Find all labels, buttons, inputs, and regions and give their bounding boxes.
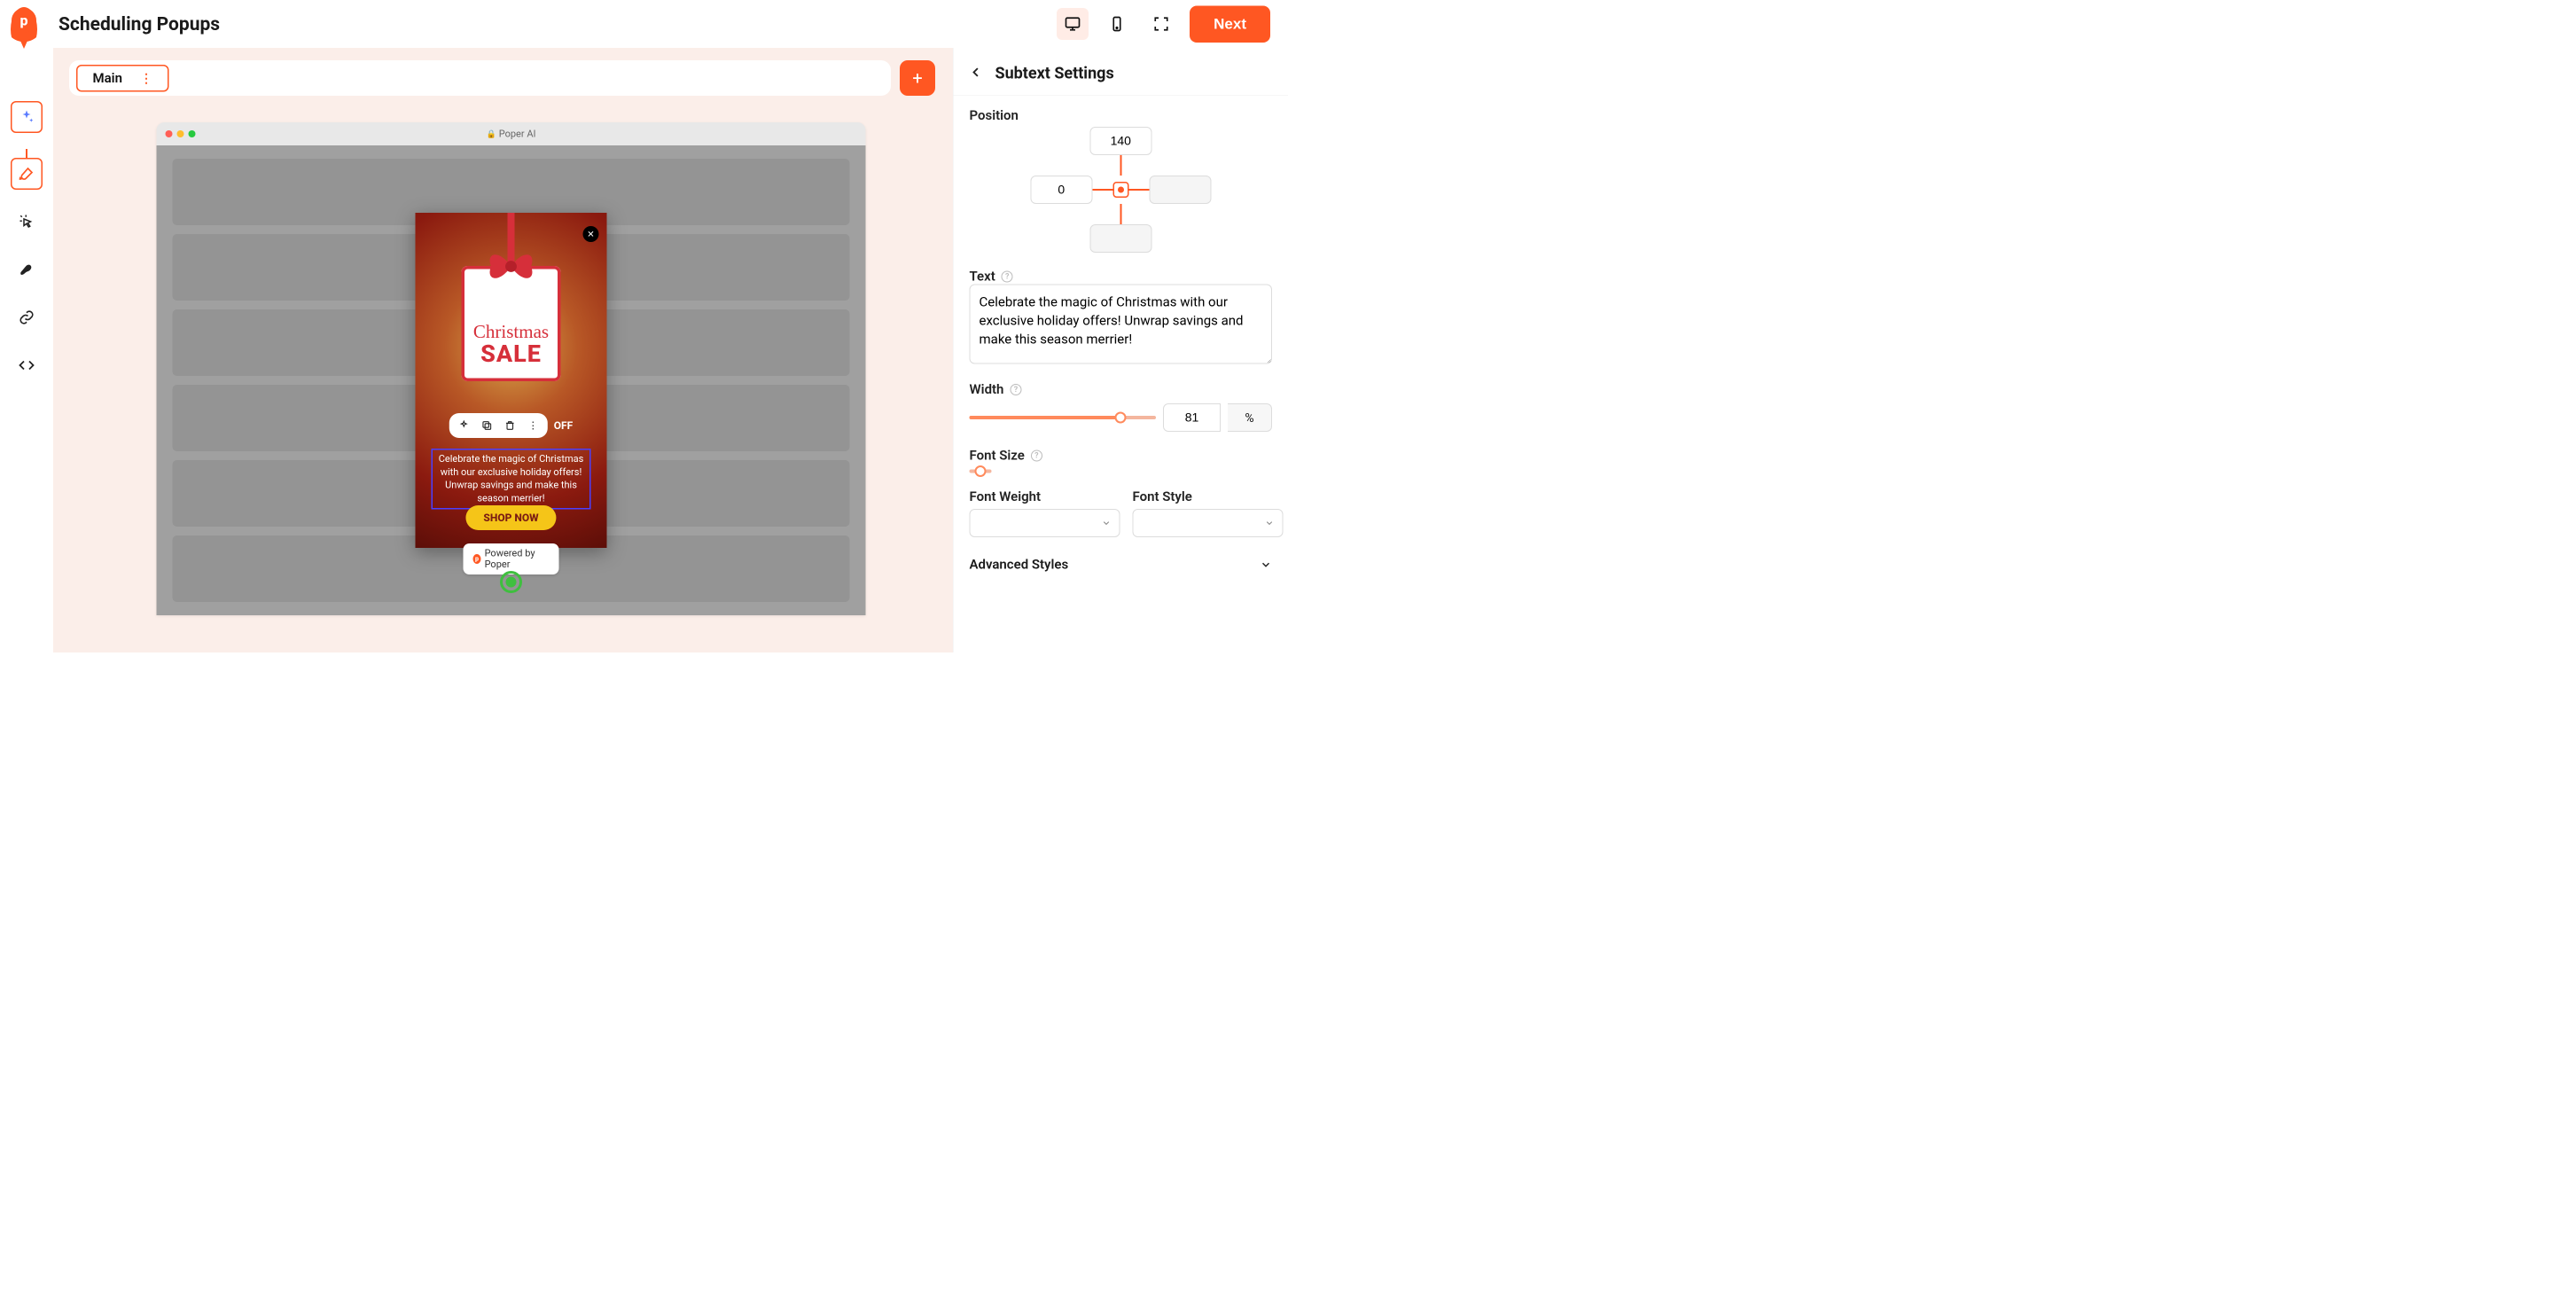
toolbar-duplicate-button[interactable] bbox=[480, 419, 494, 433]
help-icon[interactable]: ? bbox=[1002, 270, 1013, 282]
flow-node-handle[interactable] bbox=[500, 571, 522, 593]
chevron-down-icon bbox=[1260, 559, 1272, 571]
rail-triggers-tool[interactable] bbox=[11, 206, 43, 238]
device-desktop-button[interactable] bbox=[1057, 8, 1089, 40]
preview-browser: 🔒 Poper AI ✕ bbox=[157, 122, 866, 615]
canvas-area: Main ⋮ + 🔒 Poper AI bbox=[53, 48, 953, 652]
tool-rail bbox=[0, 48, 53, 652]
copy-icon bbox=[481, 420, 493, 432]
font-style-select[interactable] bbox=[1133, 509, 1284, 537]
sparkles-icon bbox=[19, 109, 35, 125]
sparkle-small-icon bbox=[458, 420, 470, 432]
position-right-input[interactable] bbox=[1149, 176, 1211, 204]
font-style-label: Font Style bbox=[1133, 489, 1284, 505]
desktop-icon bbox=[1065, 16, 1081, 32]
settings-panel: Subtext Settings Position bbox=[953, 48, 1288, 652]
cursor-click-icon bbox=[19, 214, 35, 230]
tab-options-icon[interactable]: ⋮ bbox=[140, 71, 152, 86]
hand-heart-icon bbox=[19, 262, 35, 277]
fullscreen-icon bbox=[1153, 16, 1169, 32]
rail-code-tool[interactable] bbox=[11, 349, 43, 381]
popup-preview[interactable]: ✕ Christmas bbox=[416, 213, 607, 548]
add-step-button[interactable]: + bbox=[900, 60, 935, 96]
rail-audience-tool[interactable] bbox=[11, 254, 43, 285]
font-size-label: Font Size bbox=[970, 448, 1025, 464]
mobile-icon bbox=[1109, 16, 1125, 32]
lock-icon: 🔒 bbox=[487, 129, 496, 139]
trash-icon bbox=[504, 420, 516, 432]
width-value-input[interactable] bbox=[1163, 403, 1221, 432]
panel-title: Subtext Settings bbox=[995, 64, 1114, 82]
next-button[interactable]: Next bbox=[1190, 5, 1270, 43]
link-icon bbox=[19, 309, 35, 325]
popup-tag-card: Christmas SALE bbox=[462, 266, 561, 381]
brush-icon bbox=[19, 166, 35, 182]
position-label: Position bbox=[970, 108, 1273, 124]
rail-connector bbox=[26, 149, 27, 158]
help-icon[interactable]: ? bbox=[1010, 384, 1021, 395]
width-unit-select[interactable]: % bbox=[1228, 403, 1272, 432]
width-slider[interactable] bbox=[970, 416, 1157, 419]
font-weight-select[interactable] bbox=[970, 509, 1120, 537]
device-mobile-button[interactable] bbox=[1101, 8, 1133, 40]
text-textarea[interactable] bbox=[970, 285, 1273, 364]
brand-logo: p bbox=[11, 7, 37, 51]
popup-close-button[interactable]: ✕ bbox=[583, 226, 599, 242]
toolbar-off-label: OFF bbox=[554, 419, 573, 432]
position-center-anchor[interactable] bbox=[1112, 182, 1128, 198]
tab-main[interactable]: Main ⋮ bbox=[76, 65, 168, 92]
width-label: Width bbox=[970, 382, 1004, 398]
chevron-left-icon bbox=[970, 66, 983, 79]
panel-back-button[interactable] bbox=[970, 66, 983, 81]
position-bottom-input[interactable] bbox=[1089, 224, 1151, 253]
code-icon bbox=[19, 357, 35, 373]
position-top-input[interactable] bbox=[1089, 127, 1151, 155]
bow-icon bbox=[482, 246, 540, 286]
tab-main-label: Main bbox=[93, 70, 122, 86]
toolbar-ai-button[interactable] bbox=[457, 419, 471, 433]
rail-ai-tool[interactable] bbox=[11, 101, 43, 133]
font-weight-label: Font Weight bbox=[970, 489, 1120, 505]
popup-headline-bold: SALE bbox=[480, 340, 542, 369]
font-size-slider[interactable] bbox=[970, 470, 992, 473]
browser-title: 🔒 Poper AI bbox=[157, 129, 866, 140]
element-toolbar: ⋮ OFF bbox=[449, 413, 573, 438]
kebab-icon: ⋮ bbox=[528, 420, 538, 432]
popup-subtext-selected[interactable]: Celebrate the magic of Christmas with ou… bbox=[432, 449, 591, 509]
preview-canvas[interactable]: ✕ Christmas bbox=[157, 145, 866, 615]
steps-tabs: Main ⋮ bbox=[69, 60, 891, 96]
page-title: Scheduling Popups bbox=[59, 13, 220, 35]
text-label: Text bbox=[970, 269, 995, 285]
position-left-input[interactable] bbox=[1030, 176, 1092, 204]
help-icon[interactable]: ? bbox=[1031, 449, 1042, 461]
toolbar-delete-button[interactable] bbox=[503, 419, 517, 433]
toolbar-more-button[interactable]: ⋮ bbox=[527, 419, 540, 433]
chevron-down-icon bbox=[1265, 519, 1275, 528]
rail-integrations-tool[interactable] bbox=[11, 301, 43, 333]
fullscreen-button[interactable] bbox=[1145, 8, 1177, 40]
advanced-styles-toggle[interactable]: Advanced Styles bbox=[970, 553, 1273, 573]
app-header: p Scheduling Popups Next bbox=[0, 0, 1288, 48]
rail-design-tool[interactable] bbox=[11, 158, 43, 190]
chevron-down-icon bbox=[1102, 519, 1112, 528]
